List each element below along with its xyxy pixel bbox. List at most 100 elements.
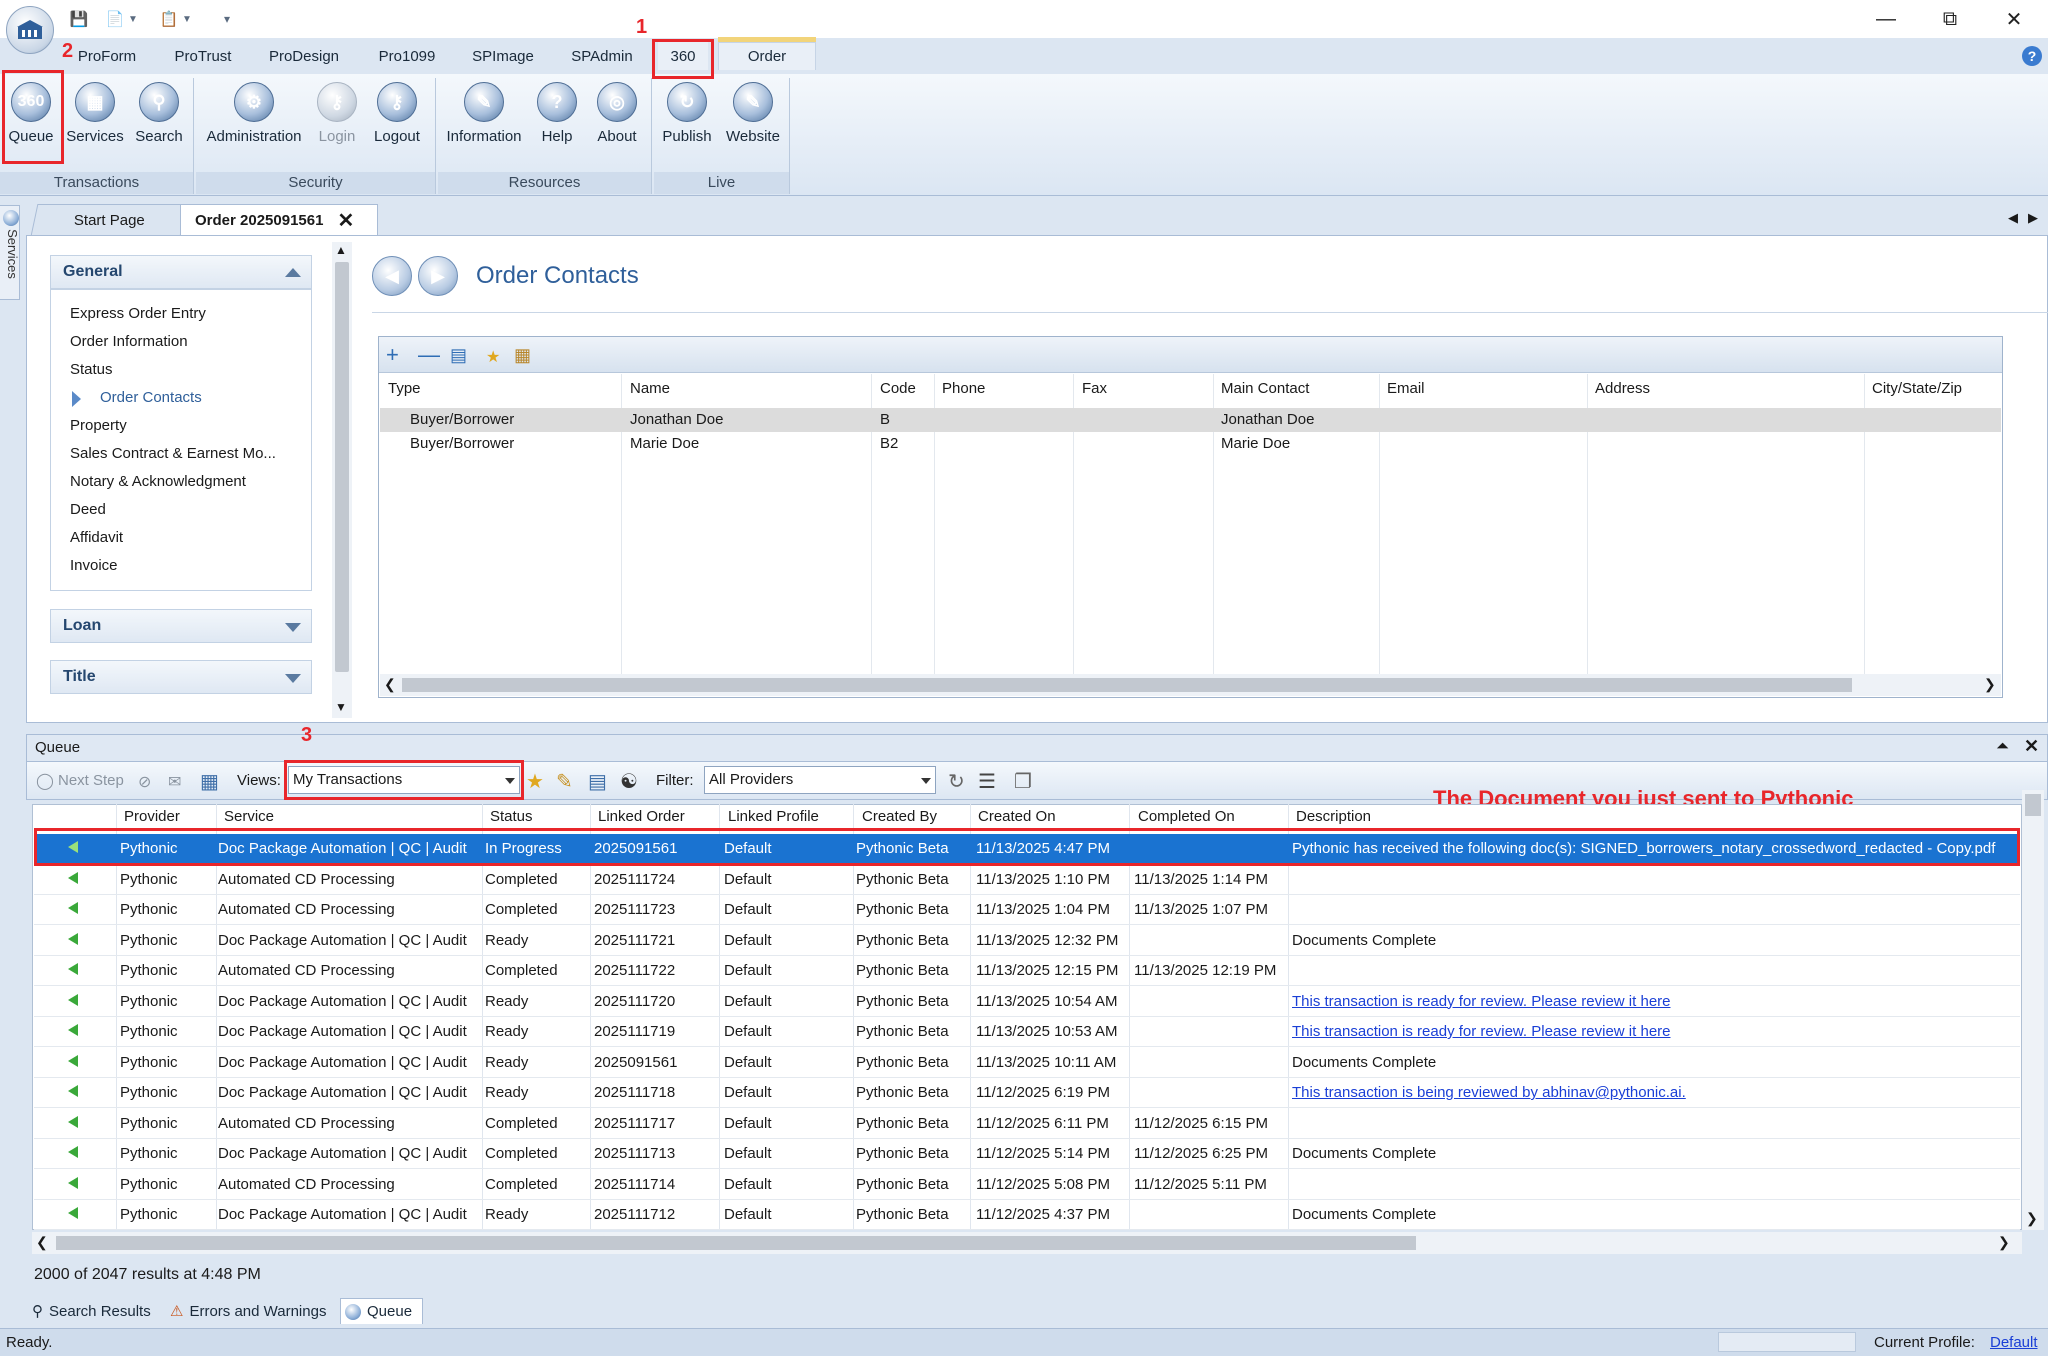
table-row[interactable]: Pythonic Doc Package Automation | QC | Au… <box>34 1139 2020 1169</box>
tab-queue[interactable]: Queue <box>340 1298 424 1324</box>
column-header[interactable]: Created By <box>862 808 937 825</box>
tab-order-document[interactable]: Order 2025091561 ✕ <box>180 204 378 236</box>
customize-toolbar-icon[interactable]: ▾ <box>218 7 236 31</box>
calculator-icon[interactable]: ▦ <box>200 769 219 794</box>
nav-item-order-information[interactable]: Order Information <box>70 333 188 350</box>
tab-scroll-left-icon[interactable]: ◀ <box>2008 210 2018 226</box>
contact-card-icon[interactable]: ▦ <box>514 345 531 366</box>
nav-section-loan[interactable]: Loan <box>50 609 312 643</box>
columns-icon[interactable]: ☰ <box>978 769 996 794</box>
nav-scrollbar-thumb[interactable] <box>335 262 349 672</box>
cell-description[interactable]: This transaction is ready for review. Pl… <box>1292 993 1671 1010</box>
window-icon[interactable]: ❐ <box>1014 769 1032 794</box>
minimize-button[interactable]: — <box>1858 4 1914 34</box>
column-header[interactable]: Linked Profile <box>728 808 819 825</box>
column-header[interactable]: City/State/Zip <box>1872 380 1962 397</box>
column-header[interactable]: Name <box>630 380 670 397</box>
tab-order[interactable]: Order <box>718 37 816 70</box>
table-row[interactable]: Pythonic Doc Package Automation | QC | Au… <box>34 1048 2020 1078</box>
tab-prodesign[interactable]: ProDesign <box>264 42 344 70</box>
favorite-star-icon[interactable]: ★ <box>526 769 544 794</box>
column-header[interactable]: Created On <box>978 808 1056 825</box>
scroll-down-icon[interactable]: ▼ <box>335 700 347 714</box>
logout-button[interactable]: ⚷ Logout <box>366 82 428 152</box>
scroll-right-icon[interactable]: ❯ <box>1998 1234 2010 1251</box>
chevron-down-icon[interactable]: ▼ <box>180 7 194 31</box>
tab-protrust[interactable]: ProTrust <box>164 42 242 70</box>
scroll-down-icon[interactable]: ❯ <box>2026 1210 2038 1227</box>
pin-icon[interactable]: ⏶ <box>1996 738 2009 756</box>
help-icon[interactable]: ? <box>2022 46 2042 66</box>
administration-button[interactable]: ⚙ Administration <box>206 82 302 152</box>
restore-button[interactable]: ⧉ <box>1922 4 1978 34</box>
tab-scroll-right-icon[interactable]: ▶ <box>2028 210 2038 226</box>
clipboard-icon[interactable]: 📋 <box>156 7 182 31</box>
nav-item-invoice[interactable]: Invoice <box>70 557 118 574</box>
login-button[interactable]: ⚷ Login <box>306 82 368 152</box>
column-header[interactable]: Status <box>490 808 533 825</box>
column-header[interactable]: Completed On <box>1138 808 1235 825</box>
queue-vertical-scrollbar[interactable] <box>2022 790 2044 1230</box>
remove-icon[interactable]: — <box>418 342 440 368</box>
star-icon[interactable]: ★ <box>486 347 500 367</box>
tab-search-results[interactable]: ⚲ Search Results <box>32 1298 151 1324</box>
current-profile-link[interactable]: Default <box>1990 1334 2038 1351</box>
cancel-icon[interactable]: ⊘ <box>138 772 151 792</box>
nav-item-express-order-entry[interactable]: Express Order Entry <box>70 305 206 322</box>
lookup-icon[interactable]: ▤ <box>450 345 467 366</box>
table-row[interactable]: Pythonic Doc Package Automation | QC | Au… <box>34 1200 2020 1230</box>
nav-section-general[interactable]: General <box>50 255 312 289</box>
table-row[interactable]: Pythonic Doc Package Automation | QC | Au… <box>34 1017 2020 1047</box>
column-header[interactable]: Type <box>388 380 421 397</box>
filter-select[interactable]: All Providers <box>704 766 936 794</box>
nav-item-property[interactable]: Property <box>70 417 127 434</box>
forward-button[interactable]: ▶ <box>418 256 458 296</box>
publish-button[interactable]: ↻ Publish <box>656 82 718 152</box>
scroll-up-icon[interactable]: ▲ <box>335 243 347 257</box>
tab-start-page[interactable]: Start Page <box>30 204 188 236</box>
add-icon[interactable]: + <box>386 342 399 368</box>
application-menu-button[interactable] <box>6 6 54 54</box>
table-row[interactable]: Pythonic Automated CD Processing Completed… <box>34 895 2020 925</box>
close-icon[interactable]: ✕ <box>337 208 354 233</box>
scroll-right-icon[interactable]: ❯ <box>1984 676 1996 693</box>
scroll-left-icon[interactable]: ❮ <box>36 1234 48 1251</box>
help-button[interactable]: ? Help <box>526 82 588 152</box>
new-document-icon[interactable]: 📄 <box>102 7 128 31</box>
information-button[interactable]: ✎ Information <box>440 82 528 152</box>
scrollbar-thumb[interactable] <box>2025 794 2041 816</box>
column-header[interactable]: Phone <box>942 380 985 397</box>
table-row[interactable]: Pythonic Automated CD Processing Completed… <box>34 865 2020 895</box>
column-header[interactable]: Description <box>1296 808 1371 825</box>
nav-item-notary[interactable]: Notary & Acknowledgment <box>70 473 246 490</box>
tab-proform[interactable]: ProForm <box>70 42 144 70</box>
scrollbar-thumb[interactable] <box>56 1236 1416 1250</box>
save-icon[interactable]: 💾 <box>66 7 92 31</box>
refresh-icon[interactable]: ↻ <box>948 769 965 794</box>
search-button[interactable]: ⚲ Search <box>128 82 190 152</box>
tab-spadmin[interactable]: SPAdmin <box>566 42 638 70</box>
binoculars-icon[interactable]: ☯ <box>620 769 638 794</box>
back-button[interactable]: ◀ <box>372 256 412 296</box>
table-row[interactable]: Pythonic Automated CD Processing Completed… <box>34 956 2020 986</box>
table-row[interactable]: Pythonic Automated CD Processing Completed… <box>34 1109 2020 1139</box>
services-button[interactable]: ▦ Services <box>64 82 126 152</box>
table-row[interactable]: Pythonic Doc Package Automation | QC | Au… <box>34 987 2020 1017</box>
next-step-button[interactable]: Next Step <box>58 772 124 789</box>
close-window-button[interactable]: ✕ <box>1986 4 2042 34</box>
scrollbar-thumb[interactable] <box>402 678 1852 692</box>
column-header[interactable]: Code <box>880 380 916 397</box>
column-header[interactable]: Linked Order <box>598 808 685 825</box>
scroll-left-icon[interactable]: ❮ <box>384 676 396 693</box>
column-header[interactable]: Email <box>1387 380 1425 397</box>
table-row-selected[interactable] <box>380 408 2001 432</box>
cell-description[interactable]: This transaction is ready for review. Pl… <box>1292 1023 1671 1040</box>
table-row[interactable]: Pythonic Doc Package Automation | QC | Au… <box>34 1078 2020 1108</box>
mail-icon[interactable]: ✉ <box>168 772 181 792</box>
tab-spimage[interactable]: SPImage <box>466 42 540 70</box>
close-icon[interactable]: ✕ <box>2024 736 2039 757</box>
table-row[interactable]: Pythonic Automated CD Processing Completed… <box>34 1170 2020 1200</box>
column-header[interactable]: Address <box>1595 380 1650 397</box>
column-header[interactable]: Fax <box>1082 380 1107 397</box>
tab-pro1099[interactable]: Pro1099 <box>370 42 444 70</box>
